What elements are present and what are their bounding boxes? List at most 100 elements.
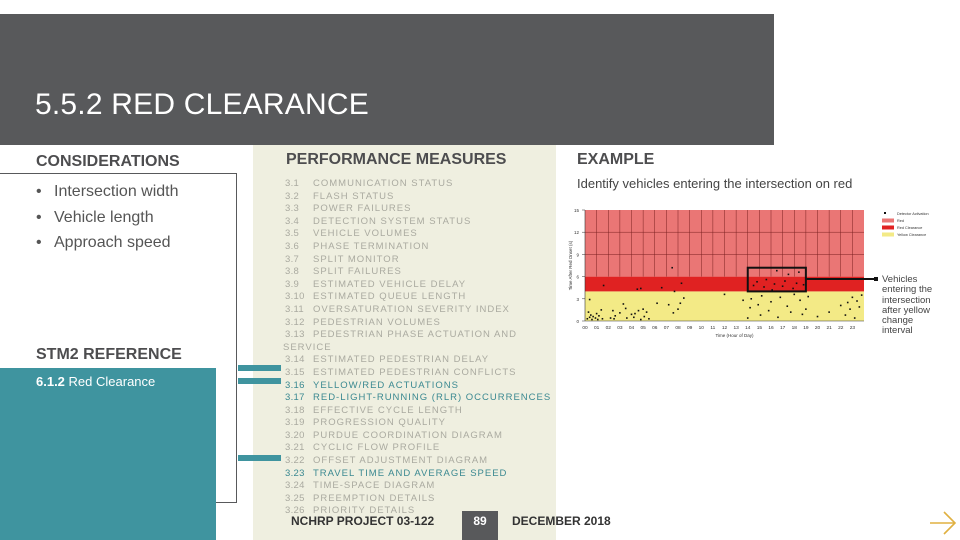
chart-callout: Vehicles entering the intersection after ye… — [882, 274, 932, 337]
data-point — [643, 315, 646, 318]
measure-number: 3.17 — [285, 392, 305, 404]
considerations-heading: CONSIDERATIONS — [36, 153, 180, 170]
data-point — [798, 271, 800, 273]
y-tick-label: 12 — [574, 230, 580, 235]
data-point — [770, 300, 772, 303]
stm2-reference-link[interactable]: 6.1.2 Red Clearance — [36, 374, 155, 389]
performance-measure-item[interactable]: 3.10 ESTIMATED QUEUE LENGTH — [285, 291, 555, 304]
data-point — [648, 317, 650, 320]
measure-label: YELLOW/RED ACTUATIONS — [313, 379, 459, 391]
measure-label: VEHICLE VOLUMES — [313, 228, 418, 240]
data-point — [786, 305, 789, 307]
performance-measure-item[interactable]: 3.1 COMMUNICATION STATUS — [285, 178, 555, 191]
data-point — [595, 312, 598, 315]
footer-date: DECEMBER 2018 — [512, 514, 611, 528]
x-tick-label: 01 — [594, 325, 600, 331]
performance-measure-item[interactable]: 3.15 ESTIMATED PEDESTRIAN CONFLICTS — [285, 367, 555, 380]
data-point — [846, 301, 849, 304]
data-point — [789, 311, 792, 313]
performance-measure-item[interactable]: 3.21 CYCLIC FLOW PROFILE — [285, 442, 555, 455]
performance-measure-item[interactable]: 3.22 OFFSET ADJUSTMENT DIAGRAM — [285, 455, 555, 468]
data-point — [587, 311, 590, 313]
data-point — [756, 280, 758, 283]
legend-marker — [884, 212, 886, 214]
consideration-text: Vehicle length — [54, 208, 154, 226]
data-point — [642, 308, 644, 310]
x-tick-label: 23 — [850, 325, 856, 331]
measure-number: 3.19 — [285, 417, 305, 429]
example-heading: EXAMPLE — [577, 151, 655, 168]
x-tick-label: 11 — [710, 325, 715, 331]
stm2-ref-number: 6.1.2 — [36, 374, 65, 389]
measure-number: 3.23 — [285, 467, 305, 479]
measure-label: PEDESTRIAN PHASE ACTUATION AND — [313, 329, 518, 341]
example-description: Identify vehicles entering the intersect… — [577, 176, 853, 191]
header-bar — [0, 14, 774, 145]
arrow-right-icon[interactable] — [928, 508, 958, 538]
measure-label: ESTIMATED PEDESTRIAN CONFLICTS — [313, 366, 517, 378]
measure-number: 3.22 — [285, 455, 305, 467]
measure-label: ESTIMATED QUEUE LENGTH — [313, 291, 467, 303]
measure-number: 3.14 — [285, 354, 305, 366]
data-point — [645, 311, 648, 313]
data-point — [636, 288, 639, 290]
performance-measure-item[interactable]: 3.11 OVERSATURATION SEVERITY INDEX — [285, 304, 555, 317]
indicator-bar — [238, 455, 281, 461]
performance-measure-item[interactable]: 3.4 DETECTION SYSTEM STATUS — [285, 216, 555, 229]
measure-label: PHASE TERMINATION — [313, 240, 430, 252]
measure-label: TIME-SPACE DIAGRAM — [313, 480, 436, 492]
data-point — [592, 315, 594, 318]
performance-measure-item[interactable]: 3.7 SPLIT MONITOR — [285, 254, 555, 267]
performance-measure-item[interactable]: 3.24 TIME-SPACE DIAGRAM — [285, 480, 555, 493]
slide-title: 5.5.2 RED CLEARANCE — [35, 88, 369, 121]
callout-leader-end — [874, 277, 878, 281]
performance-measure-item[interactable]: 3.25 PREEMPTION DETAILS — [285, 493, 555, 506]
x-tick-label: 08 — [675, 325, 681, 331]
measure-label: EFFECTIVE CYCLE LENGTH — [313, 404, 463, 416]
performance-measure-item[interactable]: 3.9 ESTIMATED VEHICLE DELAY — [285, 279, 555, 292]
y-tick-label: 3 — [576, 297, 579, 302]
data-point — [634, 312, 636, 315]
performance-measure-item[interactable]: 3.12 PEDESTRIAN VOLUMES — [285, 317, 555, 330]
performance-measure-item[interactable]: 3.19 PROGRESSION QUALITY — [285, 417, 555, 430]
performance-measure-item[interactable]: 3.2 FLASH STATUS — [285, 191, 555, 204]
consideration-item: • Intersection width — [36, 179, 179, 205]
y-tick-label: 6 — [576, 275, 579, 280]
performance-measure-item[interactable]: 3.6 PHASE TERMINATION — [285, 241, 555, 254]
performance-measure-item[interactable]: 3.3 POWER FAILURES — [285, 203, 555, 216]
data-point — [600, 309, 603, 311]
performance-measure-item[interactable]: 3.8 SPLIT FAILURES — [285, 266, 555, 279]
consideration-item: • Approach speed — [36, 230, 179, 256]
measure-number: 3.18 — [285, 404, 305, 416]
data-point — [609, 317, 612, 319]
band-yellow-clearance — [585, 291, 864, 321]
y-tick-label: 9 — [576, 252, 579, 257]
x-tick-label: 10 — [699, 325, 705, 331]
data-point — [801, 313, 804, 316]
data-point — [839, 304, 842, 307]
performance-measures-heading: PERFORMANCE MEASURES — [286, 151, 507, 168]
measure-label: PROGRESSION QUALITY — [313, 417, 447, 429]
data-point — [802, 283, 805, 286]
performance-measure-item[interactable]: 3.5 VEHICLE VOLUMES — [285, 228, 555, 241]
performance-measure-item[interactable]: 3.23 TRAVEL TIME AND AVERAGE SPEED — [285, 468, 555, 481]
legend-label: Red — [897, 219, 904, 223]
performance-measure-item[interactable]: 3.18 EFFECTIVE CYCLE LENGTH — [285, 405, 555, 418]
performance-measure-item[interactable]: 3.17 RED-LIGHT-RUNNING (RLR) OCCURRENCES — [285, 392, 555, 405]
performance-measure-item[interactable]: 3.13 PEDESTRIAN PHASE ACTUATION AND — [285, 329, 555, 342]
data-point — [588, 316, 591, 319]
performance-measure-item[interactable]: 3.16 YELLOW/RED ACTUATIONS — [285, 380, 555, 393]
measure-label-continuation: SERVICE — [283, 341, 332, 353]
measure-number: 3.12 — [285, 316, 305, 328]
performance-measure-item[interactable]: 3.20 PURDUE COORDINATION DIAGRAM — [285, 430, 555, 443]
data-point — [598, 315, 600, 317]
measure-label: OFFSET ADJUSTMENT DIAGRAM — [313, 455, 489, 467]
data-point — [586, 317, 589, 320]
performance-measure-item[interactable]: 3.14 ESTIMATED PEDESTRIAN DELAY — [285, 354, 555, 367]
measure-number: 3.5 — [285, 228, 300, 240]
measure-number: 3.10 — [285, 291, 305, 303]
data-point — [844, 314, 847, 316]
measure-number: 3.2 — [285, 190, 300, 202]
measure-label: FLASH STATUS — [313, 190, 395, 202]
data-point — [637, 309, 640, 312]
